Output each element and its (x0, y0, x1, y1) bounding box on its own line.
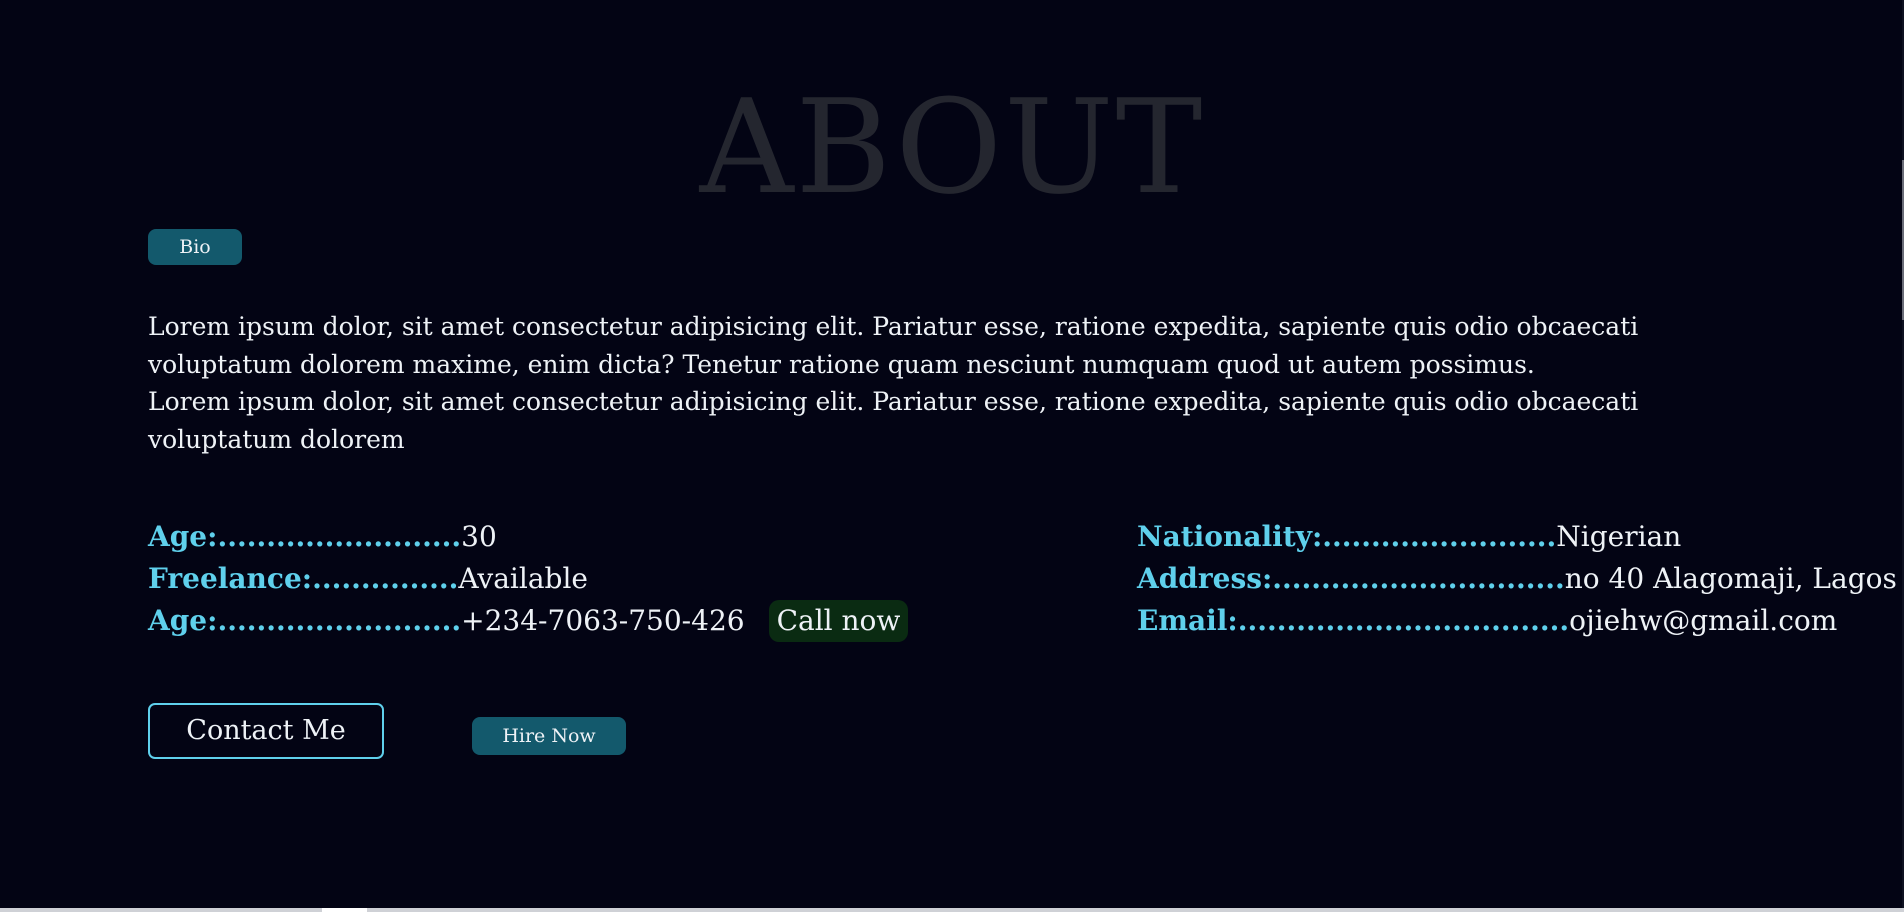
personal-info-left: Age:.........................30 Freelanc… (148, 516, 909, 642)
hire-now-button[interactable]: Hire Now (472, 717, 626, 755)
call-now-button[interactable]: Call now (768, 600, 909, 642)
info-value: no 40 Alagomaji, Lagos (1564, 562, 1897, 595)
about-page: ABOUT Bio Lorem ipsum dolor, sit amet co… (0, 0, 1904, 912)
scrollbar-thumb[interactable] (322, 908, 367, 912)
info-row-nationality: Nationality:........................Nige… (1137, 516, 1897, 558)
info-value: 30 (461, 520, 497, 553)
info-value[interactable]: ojiehw@gmail.com (1569, 604, 1837, 637)
info-value: Nigerian (1556, 520, 1682, 553)
horizontal-scrollbar[interactable] (0, 908, 1904, 912)
info-label: Nationality:........................ (1137, 520, 1557, 553)
info-value: Available (458, 562, 588, 595)
info-label: Email:.................................. (1137, 604, 1570, 637)
info-label: Age:......................... (148, 604, 462, 637)
bio-tag: Bio (148, 229, 242, 265)
info-value: +234-7063-750-426 (461, 604, 745, 637)
bio-paragraph: Lorem ipsum dolor, sit amet consectetur … (148, 387, 1639, 454)
info-row-address: Address:..............................no… (1137, 558, 1897, 600)
contact-me-button[interactable]: Contact Me (148, 703, 384, 759)
bio-text: Lorem ipsum dolor, sit amet consectetur … (148, 308, 1718, 458)
personal-info-right: Nationality:........................Nige… (1137, 516, 1897, 642)
info-row-email: Email:..................................… (1137, 600, 1897, 642)
info-row-phone: Age:.........................+234-7063-7… (148, 600, 909, 642)
info-row-age: Age:.........................30 (148, 516, 908, 558)
info-label: Address:.............................. (1137, 562, 1565, 595)
info-label: Freelance:............... (148, 562, 459, 595)
info-row-freelance: Freelance:...............Available (148, 558, 908, 600)
bio-paragraph: Lorem ipsum dolor, sit amet consectetur … (148, 312, 1639, 379)
section-title: ABOUT (699, 71, 1205, 223)
info-label: Age:......................... (148, 520, 462, 553)
